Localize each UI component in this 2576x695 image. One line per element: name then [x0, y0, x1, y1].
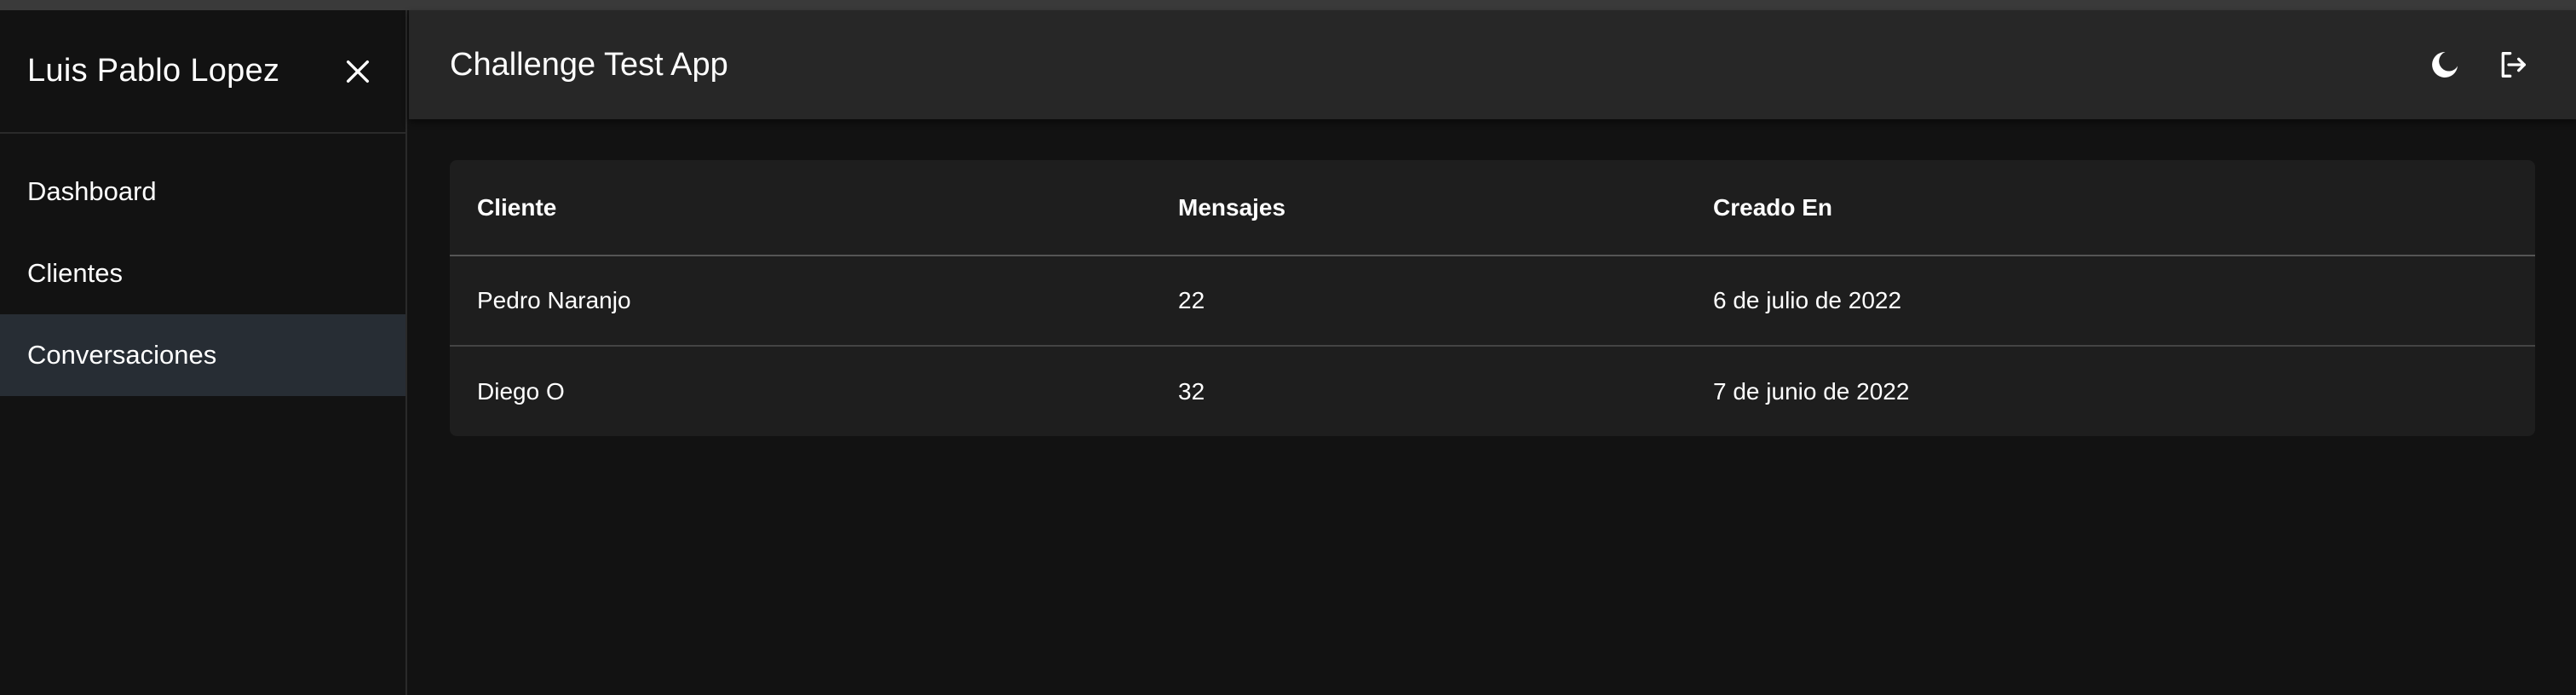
cell-mensajes: 22 [1151, 256, 1686, 347]
cell-creado-en: 7 de junio de 2022 [1713, 377, 1910, 405]
cell-creado-en: 6 de julio de 2022 [1686, 256, 2535, 347]
moon-icon [2432, 51, 2458, 78]
close-icon [346, 60, 370, 83]
app-bar: Challenge Test App [409, 10, 2576, 119]
sidebar-item-dashboard[interactable]: Dashboard [0, 151, 405, 233]
sidebar-item-label: Clientes [27, 258, 123, 288]
sidebar-nav: Dashboard Clientes Conversaciones [0, 134, 405, 396]
cell-mensajes: 32 [1178, 377, 1205, 405]
close-drawer-button[interactable] [337, 51, 378, 92]
sidebar-drawer: Luis Pablo Lopez Dashboard Clientes Conv… [0, 10, 407, 695]
sidebar-item-clientes[interactable]: Clientes [0, 233, 405, 314]
sidebar-item-label: Conversaciones [27, 340, 217, 370]
sidebar-header: Luis Pablo Lopez [0, 10, 405, 134]
table-header-row: Cliente Mensajes Creado En [450, 160, 2535, 256]
column-header-cliente[interactable]: Cliente [450, 160, 1151, 256]
main-content: Challenge Test App Cliente Mensajes Crea… [409, 10, 2576, 695]
cell-cliente: Pedro Naranjo [450, 256, 1151, 347]
app-title: Challenge Test App [450, 46, 728, 83]
logout-icon [2501, 52, 2526, 78]
sidebar-item-label: Dashboard [27, 176, 157, 206]
column-header-creado-en[interactable]: Creado En [1686, 160, 2535, 256]
user-name: Luis Pablo Lopez [27, 53, 280, 89]
sidebar-item-conversaciones[interactable]: Conversaciones [0, 314, 405, 396]
cell-cliente: Diego O [477, 377, 565, 405]
table-row[interactable]: Pedro Naranjo 22 6 de julio de 2022 [450, 256, 2535, 347]
window-top-strip [0, 0, 2576, 10]
conversations-table-card: Cliente Mensajes Creado En Pedro Naranjo… [450, 160, 2535, 436]
logout-button[interactable] [2491, 43, 2535, 87]
column-header-mensajes[interactable]: Mensajes [1151, 160, 1686, 256]
table-row[interactable]: Diego O 32 7 de junio de 2022 [450, 346, 2535, 436]
conversations-table: Cliente Mensajes Creado En Pedro Naranjo… [450, 160, 2535, 436]
app-bar-actions [2423, 43, 2535, 87]
theme-toggle-button[interactable] [2423, 43, 2467, 87]
